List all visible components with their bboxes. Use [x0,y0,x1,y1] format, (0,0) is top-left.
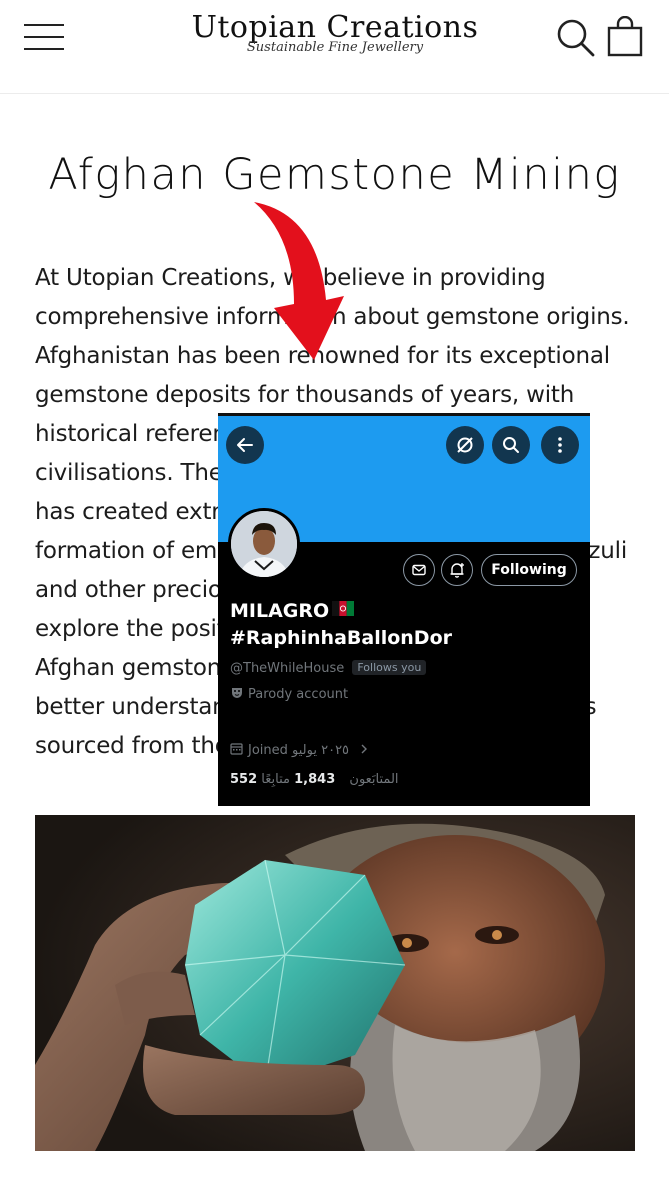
hamburger-menu-icon[interactable] [24,20,66,52]
profile-card: Following MILAGRO #RaphinhaBallonDor @Th… [218,413,590,806]
notification-bell-icon[interactable] [441,554,473,586]
gemstone-miner-image [35,815,635,1151]
joined-date-row[interactable]: Joined ٢٠٢٥ يوليو [230,742,369,758]
handle: @TheWhileHouse [230,661,345,676]
afghanistan-flag-icon [332,601,355,616]
more-options-icon[interactable] [541,426,579,464]
display-name: MILAGRO #RaphinhaBallonDor [230,598,580,652]
page-title: Afghan Gemstone Mining [48,150,621,200]
display-hashtag: #RaphinhaBallonDor [230,627,452,649]
handle-row: @TheWhileHouse Follows you [230,660,427,676]
site-logo[interactable]: Utopian Creations Sustainable Fine Jewel… [170,10,500,55]
following-count: 1,843 [294,772,336,787]
calendar-icon [230,743,243,755]
shopping-bag-icon[interactable] [606,15,644,58]
followers-label: المتابَعون [349,772,399,787]
chevron-right-icon [361,744,368,754]
parody-label-row: Parody account [230,686,348,702]
following-stat[interactable]: 1,843 متابِعًا [261,772,335,787]
display-name-text: MILAGRO [230,600,330,622]
stats-row: 552 المتابَعون 1,843 متابِعًا [230,772,409,787]
grok-icon[interactable] [446,426,484,464]
follows-you-badge: Follows you [352,660,427,675]
followers-count: 552 [230,772,258,787]
parody-label: Parody account [248,687,349,702]
back-arrow-icon[interactable] [226,426,264,464]
following-label: متابِعًا [261,772,290,787]
site-header: Utopian Creations Sustainable Fine Jewel… [0,0,669,94]
theater-masks-icon [232,688,242,698]
joined-date: Joined ٢٠٢٥ يوليو [248,743,350,758]
message-icon[interactable] [403,554,435,586]
search-icon[interactable] [492,426,530,464]
following-button[interactable]: Following [481,554,577,586]
search-icon[interactable] [556,18,596,58]
avatar[interactable] [228,508,300,580]
